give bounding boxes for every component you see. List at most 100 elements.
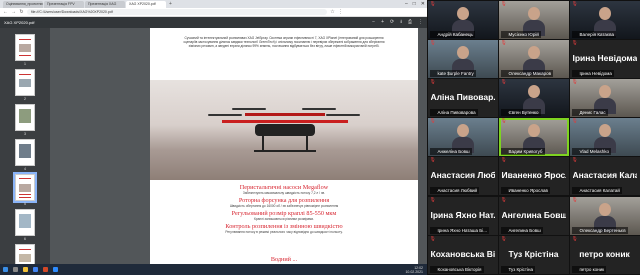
- page-thumbnail[interactable]: 6: [15, 209, 35, 241]
- more-icon[interactable]: ⋮: [418, 19, 423, 27]
- download-icon[interactable]: ⭳: [400, 19, 402, 27]
- chrome-icon[interactable]: [33, 267, 38, 272]
- participant-name-label: Туз Крістіна: [500, 265, 535, 273]
- menu-icon[interactable]: ⋮: [338, 9, 343, 15]
- search-icon[interactable]: [13, 267, 18, 272]
- participant-tile[interactable]: 🎙 Vlad Melashko: [569, 118, 640, 157]
- browser-tab[interactable]: Презентація XAG: [85, 1, 125, 8]
- participant-display-name: петро коник: [579, 248, 630, 259]
- browser-tab-active[interactable]: XAG XP2020.pdf: [126, 1, 166, 8]
- muted-mic-icon: 🎙: [429, 0, 436, 7]
- windows-taskbar: 12:02 10.02.2021: [0, 264, 427, 275]
- muted-mic-icon: 🎙: [429, 78, 436, 85]
- feature-section: Контроль розпилення із змінною швидкістю…: [150, 223, 418, 234]
- print-icon[interactable]: ⎙: [408, 19, 412, 27]
- feature-description: Краплі залишаються різними розмірами.: [253, 217, 315, 221]
- participant-tile[interactable]: Ірина Невідома 🎙 Ірина Невідома: [569, 39, 640, 78]
- participant-gallery: 🎙 Андрій Кабанець 🎙 Мусієнко Юрій 🎙 Валерія К…: [427, 0, 640, 275]
- participant-tile[interactable]: Анастасия Калат... 🎙 Анастасия Калатай: [569, 157, 640, 196]
- muted-mic-icon: 🎙: [500, 118, 507, 125]
- participant-name-label: Иваненко Ярослав: [500, 187, 550, 195]
- muted-mic-icon: 🎙: [500, 0, 507, 7]
- page-intro-text: Сучасний та інтелектуальний розпилювач X…: [183, 36, 385, 49]
- participant-display-name: Анастасия Люб...: [430, 170, 495, 181]
- zoom-out-icon[interactable]: −: [372, 19, 375, 27]
- shared-screen: Оцінювання_проектних_рішень Презентація …: [0, 0, 427, 275]
- back-icon[interactable]: ←: [3, 9, 8, 15]
- page-thumbnail[interactable]: 1: [15, 34, 35, 66]
- participant-tile[interactable]: Кохановська Ві... 🎙 Кохановська Вікторія: [427, 235, 498, 274]
- maximize-icon[interactable]: □: [413, 0, 416, 8]
- muted-mic-icon: 🎙: [571, 196, 578, 203]
- muted-mic-icon: 🎙: [500, 78, 507, 85]
- participant-tile[interactable]: 🎙 Анжеліна Бовш: [427, 118, 498, 157]
- browser-tab[interactable]: Оцінювання_проектних_рішень: [3, 1, 43, 8]
- participant-name-label: Кохановська Вікторія: [429, 265, 484, 273]
- participant-name-label: Вадим Кривогуб: [500, 148, 545, 156]
- zoom-in-icon[interactable]: +: [381, 19, 384, 27]
- feature-heading: Водний ...: [270, 256, 298, 263]
- pdf-toolbar: XAG XP2020.pdf − + ⟳ ⭳ ⎙ ⋮: [0, 17, 427, 28]
- taskbar-clock[interactable]: 12:02 10.02.2021: [405, 266, 427, 274]
- pdf-viewer[interactable]: 1 2 3 4 5 6 Сучасний та інтелектуальний …: [0, 28, 427, 264]
- participant-name-label: петро коник: [571, 265, 607, 273]
- participant-display-name: Иваненко Яросл...: [501, 170, 566, 181]
- participant-display-name: Аліна Пивовар...: [430, 91, 495, 102]
- participant-tile[interactable]: Ірина Яхно Нат... 🎙 Ірина Яхно Наташа Бі..…: [427, 196, 498, 235]
- page-thumbnail[interactable]: 4: [15, 139, 35, 171]
- feature-description: Регулювання потоку в режимі реального ча…: [225, 230, 343, 234]
- participant-name-label: Андрій Кабанець: [429, 30, 475, 38]
- muted-mic-icon: 🎙: [571, 118, 578, 125]
- participant-name-label: kate $urple Fantry: [429, 69, 476, 77]
- zoom-icon[interactable]: [53, 267, 58, 272]
- participant-tile[interactable]: 🎙 Мусієнко Юрій: [498, 0, 569, 39]
- participant-name-label: Олександр Макаров: [500, 69, 553, 77]
- page-thumbnail[interactable]: 3: [15, 104, 35, 136]
- feature-heading: Роторна форсунка для розпилення: [238, 197, 330, 204]
- feature-section: Перистальтичні насоси Megaflow Забезпечу…: [150, 184, 418, 195]
- powerpoint-icon[interactable]: [43, 267, 48, 272]
- windows-start-icon[interactable]: [3, 267, 8, 272]
- minimize-icon[interactable]: –: [405, 0, 408, 8]
- feature-section: Водний ...: [150, 256, 418, 263]
- participant-tile[interactable]: Аліна Пивовар... 🎙 Аліна Пивоварова: [427, 78, 498, 117]
- participant-name-label: Аліна Пивоварова: [429, 108, 478, 116]
- star-icon[interactable]: ☆: [330, 9, 335, 15]
- participant-tile[interactable]: Туз Крістіна 🎙 Туз Крістіна: [498, 235, 569, 274]
- muted-mic-icon: 🎙: [571, 0, 578, 7]
- window-controls: – □ ✕: [405, 0, 425, 8]
- participant-tile[interactable]: 🎙 Олександр Макаров: [498, 39, 569, 78]
- reload-icon[interactable]: ↻: [19, 9, 24, 15]
- browser-tab[interactable]: Презентація FPV: [44, 1, 84, 8]
- participant-name-label: Анастасия Калатай: [571, 187, 622, 195]
- participant-tile[interactable]: 🎙 kate $urple Fantry: [427, 39, 498, 78]
- feature-heading: Контроль розпилення із змінною швидкістю: [225, 223, 343, 230]
- participant-name-label: Валерія Катаєва: [571, 30, 616, 38]
- feature-section: Регульований розмір краплі 85-550 мкм Кр…: [150, 210, 418, 221]
- muted-mic-icon: 🎙: [500, 39, 507, 46]
- file-explorer-icon[interactable]: [23, 267, 28, 272]
- participant-tile[interactable]: 🎙 Євген Бутенко: [498, 78, 569, 117]
- participant-tile[interactable]: 🎙 Валерія Катаєва: [569, 0, 640, 39]
- participant-tile[interactable]: 🎙 Олександр Бертеньєв: [569, 196, 640, 235]
- forward-icon[interactable]: →: [11, 9, 16, 15]
- participant-tile[interactable]: 🎙 Вадим Кривогуб: [498, 118, 569, 157]
- close-icon[interactable]: ✕: [421, 0, 425, 8]
- muted-mic-icon: 🎙: [429, 196, 436, 203]
- participant-display-name: Ангелина Бовш: [501, 209, 566, 220]
- participant-tile[interactable]: Иваненко Яросл... 🎙 Иваненко Ярослав: [498, 157, 569, 196]
- page-thumbnail-current[interactable]: 5: [13, 172, 37, 206]
- participant-tile[interactable]: 🎙 Андрій Кабанець: [427, 0, 498, 39]
- muted-mic-icon: 🎙: [571, 157, 578, 164]
- rotate-icon[interactable]: ⟳: [390, 19, 394, 27]
- muted-mic-icon: 🎙: [429, 235, 436, 242]
- page-thumbnail[interactable]: 2: [15, 69, 35, 101]
- participant-display-name: Ірина Яхно Нат...: [430, 209, 495, 220]
- page-thumbnail[interactable]: 7: [15, 244, 35, 264]
- url-input[interactable]: file:///C:/Users/user/Downloads/XAG%20XP…: [27, 9, 327, 15]
- participant-tile[interactable]: 🎙 Денис Галас: [569, 78, 640, 117]
- participant-tile[interactable]: петро коник 🎙 петро коник: [569, 235, 640, 274]
- participant-tile[interactable]: Анастасия Люб... 🎙 Анастасия Любвий: [427, 157, 498, 196]
- new-tab-icon[interactable]: +: [167, 1, 172, 8]
- participant-tile[interactable]: Ангелина Бовш 🎙 Ангелина Бовш: [498, 196, 569, 235]
